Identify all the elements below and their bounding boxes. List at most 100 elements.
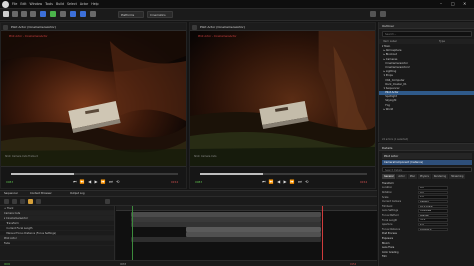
menu-item-tools[interactable]: Tools — [45, 2, 53, 6]
property-name: Lens Settings — [382, 209, 399, 213]
component-row[interactable]: CameraComponent (Instance) — [382, 160, 472, 165]
timecode-end: 0154 — [360, 180, 368, 184]
timecode-start: 0083 — [6, 180, 14, 184]
camera-icon[interactable] — [20, 199, 25, 204]
outliner-search-input[interactable]: Search... — [382, 31, 472, 37]
settings-icon[interactable] — [80, 11, 86, 17]
viewport-left[interactable]: Pilot Actor (CineCameraActor) Pilot Acto… — [0, 22, 187, 189]
menu-item-window[interactable]: Window — [30, 2, 43, 6]
scene-render — [190, 31, 375, 168]
viewport-scrub-progress — [11, 173, 75, 175]
property-value-field[interactable]: 0.0 — [418, 186, 448, 190]
camera-warning-text: Pilot Actor - CineCameraActor — [198, 35, 237, 38]
pause-icon[interactable] — [60, 11, 66, 17]
property-value-field[interactable]: Default — [418, 199, 448, 204]
property-name: Current Camera — [382, 200, 402, 204]
menu-item-help[interactable]: Help — [91, 2, 98, 6]
content-icon[interactable] — [21, 11, 27, 17]
blueprint-icon[interactable] — [30, 11, 36, 17]
property-name: Focus Distance — [382, 227, 401, 231]
viewport-playback-controls: 0083 ⏮ ⏪ ◀ ▶ ⏩ ⏭ ⟲ 0154 — [190, 166, 375, 188]
viewport-menu-icon[interactable] — [192, 24, 197, 30]
viewport-playback-controls: 0083 ⏮ ⏪ ◀ ▶ ⏩ ⏭ ⟲ 0154 — [1, 166, 186, 188]
app-logo-icon[interactable] — [2, 1, 9, 8]
outliner-panel: Outliner Search... Item Label Type ▾ Mai… — [378, 22, 474, 142]
footer-start-frame: 0000 — [4, 262, 11, 266]
cinematics-icon[interactable] — [40, 11, 46, 17]
pilot-actor-section[interactable] — [131, 237, 321, 242]
tab-output-log[interactable]: Output Log — [70, 192, 84, 195]
property-value-field[interactable]: 2.8 — [418, 222, 448, 227]
details-tab-rendering[interactable]: Rendering — [431, 174, 449, 179]
details-tab-misc[interactable]: Misc — [407, 174, 418, 179]
tab-content-browser[interactable]: Content Browser — [30, 192, 52, 195]
outliner-row[interactable]: ▸ World — [379, 108, 474, 112]
viewport-header: Pilot Actor (CineCameraActor) — [1, 23, 186, 31]
sequencer-timeline[interactable] — [116, 206, 377, 266]
main-toolbar: Platforms Cinematics — [0, 9, 474, 21]
details-tabs: General Actor Misc Physics Rendering Streamin… — [382, 174, 466, 179]
viewport-scrub-bar[interactable] — [200, 173, 367, 175]
sequencer-toolbar — [0, 197, 377, 206]
transport-controls[interactable]: ⏮ ⏪ ◀ ▶ ⏩ ⏭ ⟲ — [73, 179, 120, 184]
snap-icon[interactable] — [36, 199, 41, 204]
details-tab-physics[interactable]: Physics — [418, 174, 431, 179]
menu-item-select[interactable]: Select — [67, 2, 77, 6]
viewport-menu-icon[interactable] — [3, 24, 8, 30]
details-search-input[interactable]: Search Details — [382, 167, 472, 172]
sequencer-track-row[interactable]: Fade — [0, 241, 114, 246]
property-value-field[interactable]: Universal — [418, 209, 448, 213]
details-tab-general[interactable]: General — [382, 174, 396, 179]
menu-item-build[interactable]: Build — [56, 2, 64, 6]
property-value-field[interactable]: 35.0 — [418, 218, 448, 222]
cinematics-chip[interactable]: Cinematics — [147, 11, 173, 18]
range-start-marker[interactable] — [131, 206, 133, 266]
save-sequence-icon[interactable] — [4, 199, 9, 204]
menu-bar: File Edit Window Tools Build Select Actor Help … — [0, 0, 474, 9]
property-value-field[interactable]: 100000.0 — [418, 227, 448, 231]
column-item-label[interactable]: Item Label — [383, 40, 397, 43]
viewport-info-text: Shot: Camera Cuts Frame 0 — [5, 155, 38, 158]
select-mode-icon[interactable] — [12, 11, 18, 17]
property-name: Scale — [382, 195, 389, 199]
viewport-scrub-bar[interactable] — [11, 173, 178, 175]
maximize-button[interactable]: □ — [451, 1, 455, 6]
menu-item-edit[interactable]: Edit — [20, 2, 26, 6]
playhead[interactable] — [322, 206, 324, 266]
property-name: Transform — [382, 181, 394, 185]
render-icon[interactable] — [12, 199, 17, 204]
platforms-chip[interactable]: Platforms — [118, 11, 144, 18]
outliner-footer: 24 actors (1 selected) — [382, 138, 409, 141]
grid-icon[interactable] — [370, 11, 376, 17]
build-icon[interactable] — [90, 11, 96, 17]
property-value-field[interactable]: 16:9 DSLR — [418, 204, 448, 208]
property-name: Focus Method — [382, 213, 399, 217]
property-list: Transform Location 0.0 Rotation 0.0 Scale 1.0 C… — [382, 181, 472, 259]
sequencer-track-list: + Track Camera Cuts ▾ CineCameraActor Tran… — [0, 206, 115, 266]
menu-item-actor[interactable]: Actor — [80, 2, 88, 6]
minimize-button[interactable]: – — [440, 1, 442, 6]
timecode-start: 0083 — [195, 180, 203, 184]
column-type[interactable]: Type — [439, 40, 445, 43]
viewport-right[interactable]: Pilot Actor (CineCameraActor) Pilot Acto… — [189, 22, 376, 189]
tab-sequencer[interactable]: Sequencer — [4, 192, 18, 195]
actor-name-field[interactable]: Pilot Actor — [382, 153, 472, 159]
platforms-icon[interactable] — [70, 11, 76, 17]
details-tab-actor[interactable]: Actor — [396, 174, 407, 179]
property-value-field[interactable]: Manual — [418, 213, 448, 218]
save-icon[interactable] — [3, 11, 9, 17]
property-value-field[interactable]: 1.0 — [418, 195, 448, 199]
property-value-field[interactable]: 0.0 — [418, 190, 448, 195]
details-tab-streaming[interactable]: Streaming — [449, 174, 466, 179]
key-icon[interactable] — [28, 199, 33, 204]
camera-speed-icon[interactable] — [380, 11, 386, 17]
menu-item-file[interactable]: File — [12, 2, 17, 6]
transport-controls[interactable]: ⏮ ⏪ ◀ ▶ ⏩ ⏭ ⟲ — [262, 179, 309, 184]
filter-icon[interactable] — [105, 199, 110, 204]
play-icon[interactable] — [50, 11, 56, 17]
outliner-tree: ▾ Main ▸ Atmosphere ▸ Blockout ▸ Cameras… — [379, 45, 474, 112]
close-button[interactable]: ✕ — [463, 1, 466, 6]
time-ruler[interactable] — [116, 206, 377, 211]
property-name: Location — [382, 186, 393, 190]
viewport-title: Pilot Actor (CineCameraActor) — [200, 25, 245, 29]
